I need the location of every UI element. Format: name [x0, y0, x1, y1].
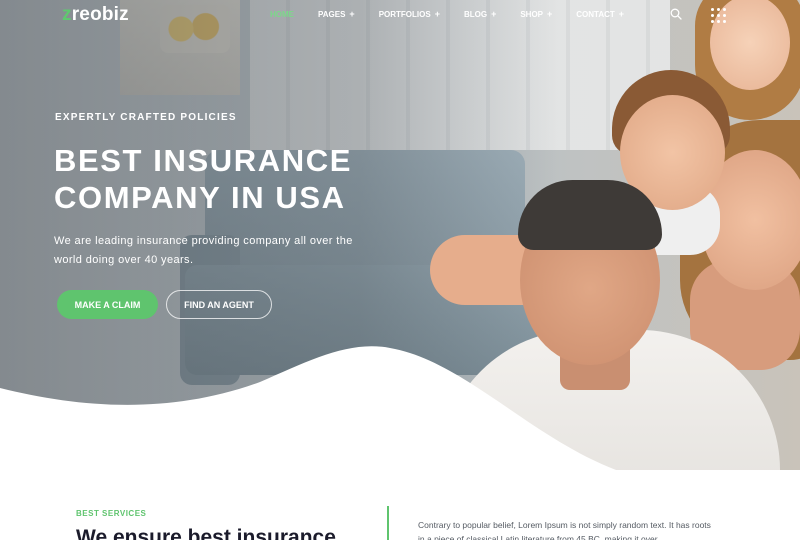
nav-item-label: CONTACT: [576, 9, 615, 19]
nav-item-home[interactable]: HOME: [270, 9, 294, 19]
hero-headline: BEST INSURANCE COMPANY IN USA: [54, 142, 352, 216]
nav-item-label: HOME: [270, 9, 294, 19]
find-an-agent-button[interactable]: FIND AN AGENT: [166, 290, 272, 319]
nav-item-label: BLOG: [463, 9, 488, 19]
nav-item-contact[interactable]: CONTACT +: [576, 9, 624, 19]
hero-wave-divider: [0, 346, 617, 470]
plus-icon: +: [349, 9, 355, 19]
plus-icon: +: [618, 9, 625, 19]
plus-icon: +: [434, 9, 440, 19]
site-logo[interactable]: zreobiz: [62, 4, 129, 26]
grid-menu-icon[interactable]: [707, 4, 729, 26]
nav-item-portfolios[interactable]: PORTFOLIOS +: [379, 9, 440, 19]
hero-subtext: We are leading insurance providing compa…: [54, 235, 353, 266]
logo-text: reobiz: [71, 4, 129, 25]
services-text: Contrary to popular belief, Lorem Ipsum …: [418, 520, 711, 540]
services-title: We ensure best insurance: [76, 526, 336, 540]
man-hair: [518, 180, 662, 250]
main-nav: HOME PAGES + PORTFOLIOS + BLOG + SHOP + CONTACT +: [270, 9, 648, 19]
nav-item-shop[interactable]: SHOP +: [520, 9, 552, 19]
nav-item-label: PORTFOLIOS: [378, 9, 431, 19]
nav-item-pages[interactable]: PAGES +: [318, 9, 355, 19]
hero-headline-line2: COMPANY IN USA: [54, 180, 346, 215]
plus-icon: +: [491, 9, 497, 19]
site-header: zreobiz HOME PAGES + PORTFOLIOS + BLOG + SHOP + C…: [0, 0, 800, 30]
search-icon[interactable]: [670, 8, 682, 20]
services-label: BEST SERVICES: [76, 509, 147, 518]
logo-mark: z: [62, 4, 72, 25]
services-divider: [387, 506, 389, 540]
hero-tagline: EXPERTLY CRAFTED POLICIES: [55, 112, 237, 123]
make-a-claim-button[interactable]: MAKE A CLAIM: [57, 290, 158, 319]
nav-item-label: PAGES: [318, 9, 346, 19]
plus-icon: +: [547, 9, 553, 19]
nav-item-blog[interactable]: BLOG +: [464, 9, 496, 19]
nav-item-label: SHOP: [520, 9, 543, 19]
hero-headline-line1: BEST INSURANCE: [54, 143, 352, 178]
